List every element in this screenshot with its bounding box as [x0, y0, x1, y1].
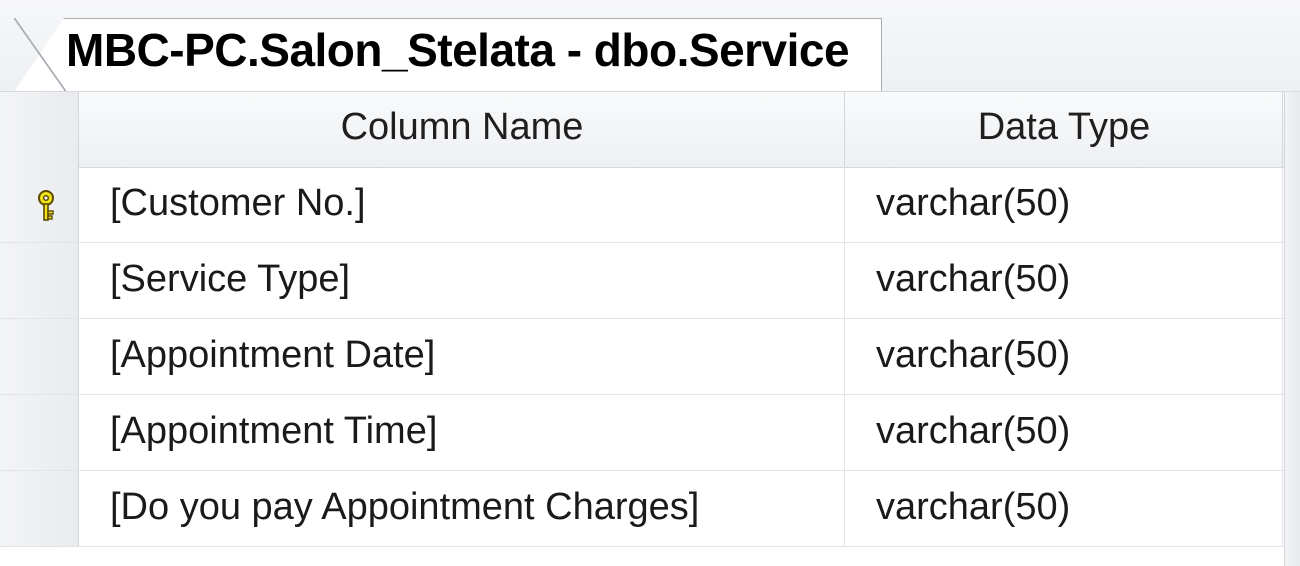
- data-type-cell[interactable]: varchar(50): [846, 319, 1283, 394]
- column-name-header[interactable]: Column Name: [80, 92, 845, 167]
- data-type-cell[interactable]: varchar(50): [846, 395, 1283, 470]
- column-name-cell[interactable]: [Customer No.]: [80, 167, 845, 242]
- data-type-cell[interactable]: varchar(50): [846, 167, 1283, 242]
- key-icon: [38, 190, 54, 221]
- column-name-cell[interactable]: [Do you pay Appointment Charges]: [80, 471, 845, 546]
- column-name-value: [Appointment Time]: [110, 410, 438, 452]
- data-type-cell[interactable]: varchar(50): [846, 471, 1283, 546]
- column-name-value: [Appointment Date]: [110, 334, 436, 376]
- table-designer-window: MBC-PC.Salon_Stelata - dbo.Service Colum…: [0, 0, 1300, 566]
- column-name-cell[interactable]: [Appointment Date]: [80, 319, 845, 394]
- column-name-value: [Do you pay Appointment Charges]: [110, 486, 700, 528]
- row-selector[interactable]: [0, 167, 79, 242]
- column-name-value: [Customer No.]: [110, 182, 366, 224]
- table-row[interactable]: [Do you pay Appointment Charges] varchar…: [0, 471, 1300, 547]
- data-type-cell[interactable]: varchar(50): [846, 243, 1283, 318]
- data-type-header-label: Data Type: [977, 106, 1151, 148]
- data-type-header[interactable]: Data Type: [846, 92, 1283, 167]
- column-name-value: [Service Type]: [110, 258, 351, 300]
- grid-header: Column Name Data Type: [0, 92, 1300, 168]
- row-selector[interactable]: [0, 243, 79, 318]
- row-selector[interactable]: [0, 395, 79, 470]
- column-name-cell[interactable]: [Appointment Time]: [80, 395, 845, 470]
- data-type-value: varchar(50): [876, 258, 1071, 300]
- data-type-value: varchar(50): [876, 410, 1071, 452]
- column-name-cell[interactable]: [Service Type]: [80, 243, 845, 318]
- column-name-header-label: Column Name: [340, 106, 584, 148]
- data-type-value: varchar(50): [876, 334, 1071, 376]
- table-row[interactable]: [Service Type] varchar(50): [0, 243, 1300, 319]
- tab-title[interactable]: MBC-PC.Salon_Stelata - dbo.Service: [66, 23, 850, 77]
- tab-edge: [14, 18, 66, 92]
- table-row[interactable]: [Appointment Date] varchar(50): [0, 319, 1300, 395]
- data-type-value: varchar(50): [876, 182, 1071, 224]
- tab-strip: MBC-PC.Salon_Stelata - dbo.Service: [0, 0, 1300, 93]
- row-selector[interactable]: [0, 319, 79, 394]
- table-row[interactable]: [Appointment Time] varchar(50): [0, 395, 1300, 471]
- data-type-value: varchar(50): [876, 486, 1071, 528]
- table-row[interactable]: [Customer No.] varchar(50): [0, 167, 1300, 243]
- row-selector[interactable]: [0, 471, 79, 546]
- column-grid: Column Name Data Type [Customer No.] var…: [0, 92, 1300, 566]
- header-selector-cell: [0, 92, 79, 167]
- grid-right-edge: [1284, 92, 1300, 566]
